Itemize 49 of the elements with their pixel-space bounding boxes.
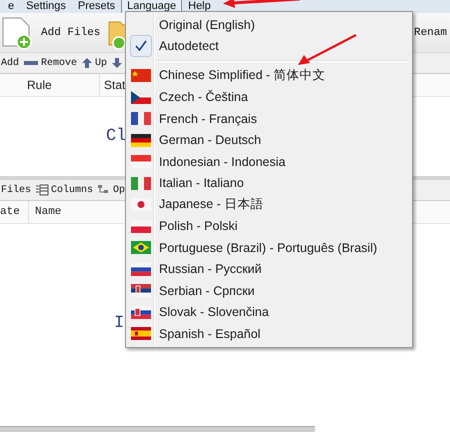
menu-item[interactable]: Indonesian - Indonesia	[156, 154, 286, 169]
column-header[interactable]: ate	[0, 201, 29, 223]
toolbar-button[interactable]: Files	[1, 182, 32, 198]
toolbar-button[interactable]: Columns	[35, 182, 94, 198]
flag-icon	[131, 241, 151, 254]
menu-item[interactable]: Slovak - Slovenčina	[156, 305, 269, 320]
flag-icon	[131, 284, 151, 298]
flag-icon	[131, 155, 151, 168]
flag-icon	[131, 176, 151, 190]
column-header[interactable]: Rule	[0, 74, 100, 96]
toolbar-button[interactable]: Up	[81, 55, 108, 71]
flag-icon	[131, 262, 151, 276]
annotation-arrow	[296, 33, 358, 67]
rename-button[interactable]: Renam	[412, 14, 449, 50]
flag-icon	[131, 90, 151, 104]
up-arrow-icon	[81, 57, 94, 69]
menu-item[interactable]: Original (English)	[156, 18, 255, 32]
flag-icon	[131, 69, 151, 82]
menu-item[interactable]: Autodetect	[156, 39, 219, 54]
menu-item[interactable]: Czech - Čeština	[156, 90, 248, 104]
hint-text: I	[114, 314, 124, 332]
menu-item[interactable]: Japanese - 日本語	[156, 196, 264, 214]
add-files-button[interactable]: Add Files	[0, 14, 106, 50]
menu-item[interactable]: Settings	[20, 0, 72, 13]
menu-item[interactable]: Serbian - Српски	[156, 284, 255, 298]
menu-item[interactable]: Chinese Simplified - 简体中文	[156, 67, 326, 84]
toolbar-button[interactable]: Remove	[23, 55, 78, 71]
menu-item[interactable]: Help	[182, 0, 217, 13]
columns-icon	[35, 184, 50, 196]
menu-item[interactable]: Polish - Polski	[156, 219, 238, 234]
toolbar-button[interactable]: Op	[97, 182, 126, 198]
toolbar-button[interactable]: Add	[1, 55, 20, 71]
flag-icon	[131, 327, 151, 340]
flag-icon	[131, 112, 151, 126]
flag-icon	[131, 198, 151, 212]
menu-item[interactable]: Russian - Русский	[156, 262, 262, 276]
column-header[interactable]: Name	[29, 201, 95, 223]
flag-icon	[131, 134, 151, 147]
flag-icon	[131, 306, 151, 319]
menu-item[interactable]: German - Deutsch	[156, 133, 262, 148]
menu-item[interactable]: Spanish - Español	[156, 326, 260, 341]
menu-item[interactable]: Portuguese (Brazil) - Português (Brasil)	[156, 240, 378, 255]
menu-item[interactable]: e	[2, 0, 20, 13]
down-arrow-icon	[111, 57, 124, 69]
menu-item[interactable]: Italian - Italiano	[156, 176, 244, 190]
flag-icon	[131, 220, 151, 233]
menu-item[interactable]: French - Français	[156, 112, 257, 126]
menu-item[interactable]: Presets	[72, 0, 122, 13]
hint-text: Cl	[106, 127, 126, 146]
